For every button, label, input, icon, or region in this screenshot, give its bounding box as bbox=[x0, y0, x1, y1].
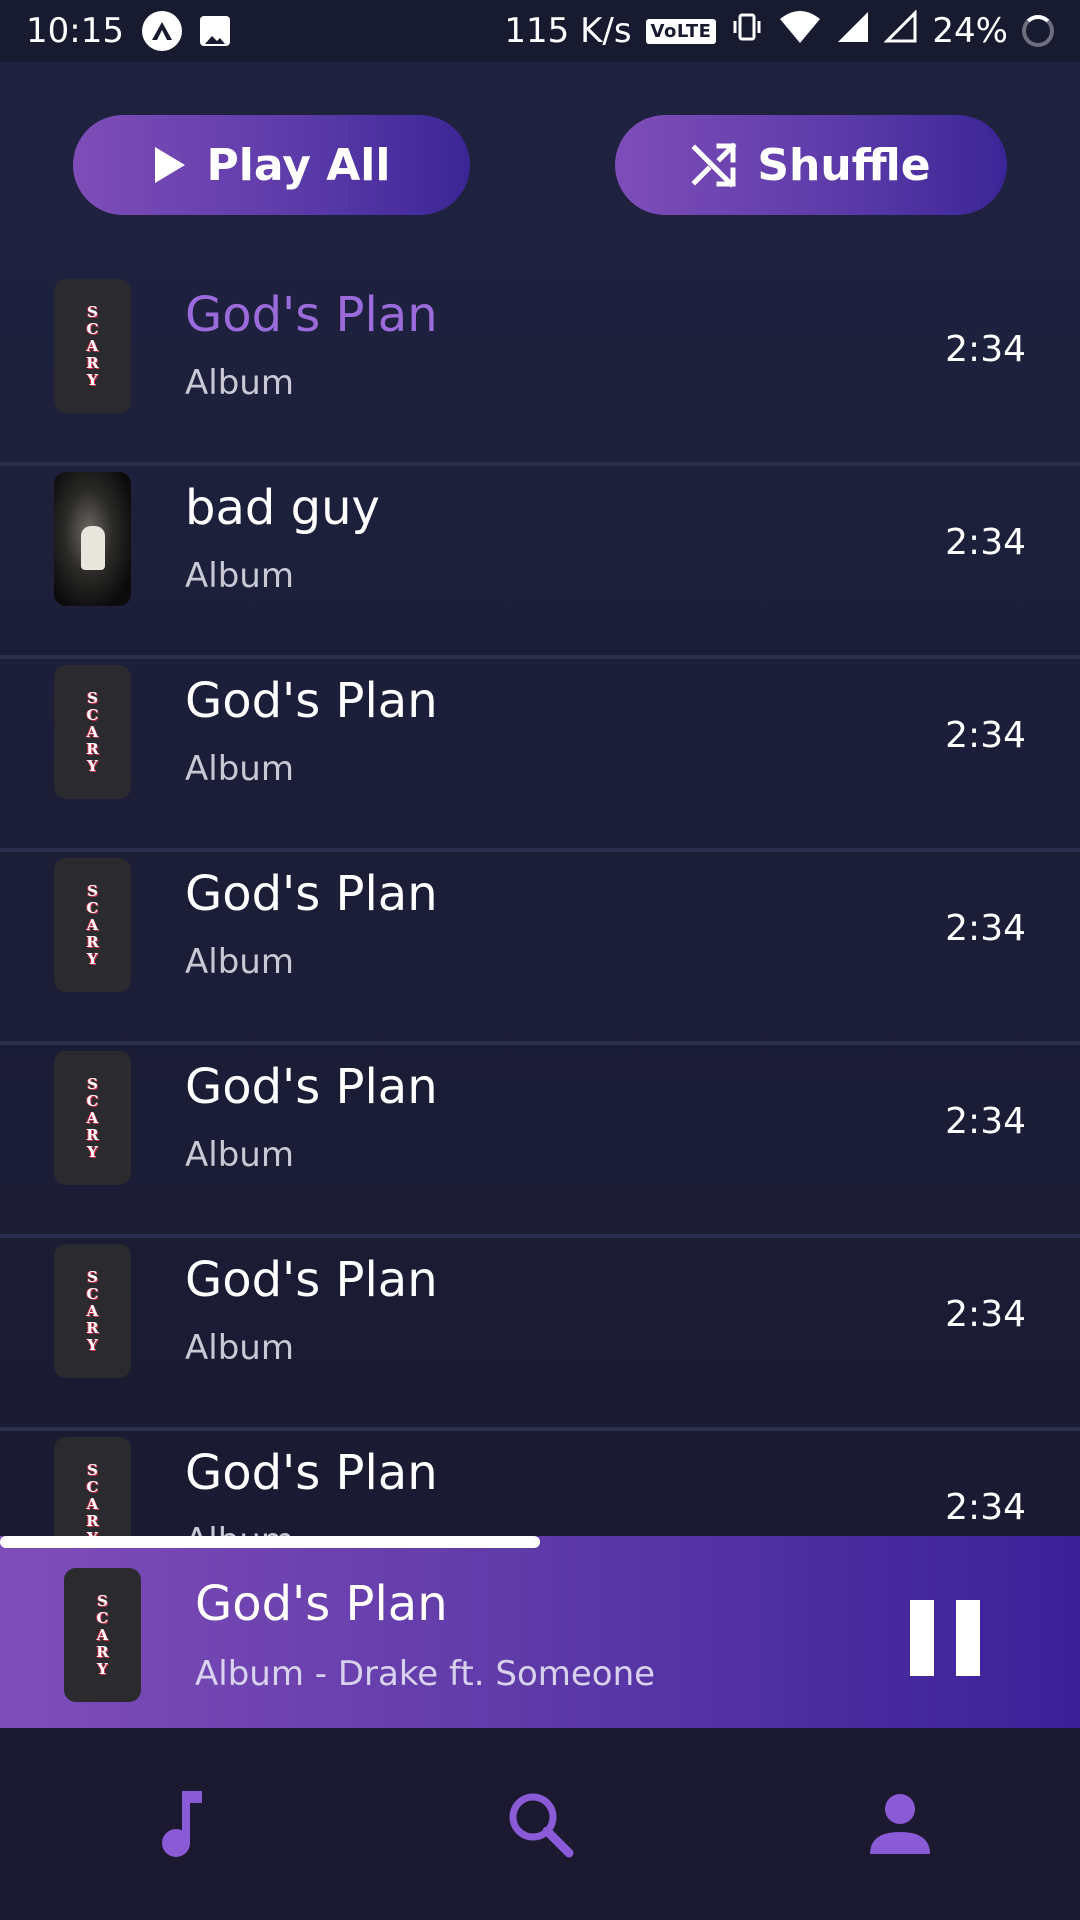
track-subtitle: Album bbox=[185, 1521, 294, 1536]
network-speed: 115 K/s bbox=[504, 11, 632, 51]
now-playing-title: God's Plan bbox=[195, 1576, 448, 1632]
vibrate-icon bbox=[730, 10, 764, 53]
now-playing-subtitle: Album - Drake ft. Someone bbox=[195, 1654, 656, 1694]
album-art bbox=[54, 472, 131, 606]
track-row[interactable]: SCARY God's Plan Album 2:34 bbox=[0, 1045, 1080, 1238]
track-subtitle: Album bbox=[185, 942, 294, 982]
track-row[interactable]: SCARY God's Plan Album 2:34 bbox=[0, 852, 1080, 1045]
album-art: SCARY bbox=[54, 1244, 131, 1378]
battery-percent: 24% bbox=[932, 11, 1008, 51]
status-time: 10:15 bbox=[26, 11, 124, 51]
profile-icon bbox=[870, 1794, 930, 1854]
status-bar: 10:15 115 K/s VoLTE 24% bbox=[0, 0, 1080, 62]
track-duration: 2:34 bbox=[945, 908, 1026, 949]
action-buttons: Play All Shuffle bbox=[73, 115, 1007, 215]
play-icon bbox=[154, 147, 185, 183]
track-subtitle: Album bbox=[185, 1328, 294, 1368]
play-all-label: Play All bbox=[206, 139, 391, 191]
battery-icon bbox=[1022, 15, 1054, 47]
album-art: SCARY bbox=[54, 279, 131, 413]
track-row[interactable]: SCARY God's Plan Album 2:34 bbox=[0, 1431, 1080, 1536]
track-row[interactable]: bad guy Album 2:34 bbox=[0, 466, 1080, 659]
track-duration: 2:34 bbox=[945, 1487, 1026, 1528]
track-row[interactable]: SCARY God's Plan Album 2:34 bbox=[0, 659, 1080, 852]
track-title: God's Plan bbox=[185, 1252, 438, 1308]
image-notification-icon bbox=[199, 16, 230, 46]
play-all-button[interactable]: Play All bbox=[73, 115, 470, 215]
signal-empty-icon bbox=[883, 8, 918, 53]
track-duration: 2:34 bbox=[945, 522, 1026, 563]
nav-music[interactable] bbox=[120, 1728, 240, 1920]
progress-bar[interactable] bbox=[0, 1536, 1080, 1548]
track-subtitle: Album bbox=[185, 363, 294, 403]
volte-badge: VoLTE bbox=[645, 18, 717, 44]
shuffle-icon bbox=[691, 142, 737, 188]
album-art: SCARY bbox=[54, 665, 131, 799]
track-title: God's Plan bbox=[185, 287, 438, 343]
track-list[interactable]: SCARY God's Plan Album 2:34 bad guy Albu… bbox=[0, 273, 1080, 1536]
track-title: God's Plan bbox=[185, 1059, 438, 1115]
nav-profile[interactable] bbox=[840, 1728, 960, 1920]
now-playing-art: SCARY bbox=[64, 1568, 141, 1702]
now-playing-bar[interactable]: SCARY God's Plan Album - Drake ft. Someo… bbox=[0, 1536, 1080, 1728]
album-art: SCARY bbox=[54, 1437, 131, 1536]
app-a-icon bbox=[141, 11, 182, 51]
track-title: bad guy bbox=[185, 480, 380, 536]
shuffle-button[interactable]: Shuffle bbox=[615, 115, 1007, 215]
album-art: SCARY bbox=[54, 1051, 131, 1185]
track-subtitle: Album bbox=[185, 556, 294, 596]
nav-search[interactable] bbox=[480, 1728, 600, 1920]
track-title: God's Plan bbox=[185, 866, 438, 922]
shuffle-label: Shuffle bbox=[757, 139, 931, 191]
track-subtitle: Album bbox=[185, 1135, 294, 1175]
track-duration: 2:34 bbox=[945, 1101, 1026, 1142]
track-subtitle: Album bbox=[185, 749, 294, 789]
track-title: God's Plan bbox=[185, 1445, 438, 1501]
track-duration: 2:34 bbox=[945, 715, 1026, 756]
search-icon bbox=[509, 1793, 574, 1858]
track-row[interactable]: SCARY God's Plan Album 2:34 bbox=[0, 1238, 1080, 1431]
pause-icon-right bbox=[956, 1600, 980, 1676]
bottom-navigation bbox=[0, 1728, 1080, 1920]
music-note-icon bbox=[162, 1791, 202, 1857]
track-duration: 2:34 bbox=[945, 1294, 1026, 1335]
wifi-icon bbox=[778, 9, 822, 54]
track-duration: 2:34 bbox=[945, 329, 1026, 370]
pause-button[interactable] bbox=[910, 1600, 980, 1676]
progress-fill bbox=[0, 1536, 540, 1548]
signal-icon bbox=[836, 10, 870, 53]
album-art: SCARY bbox=[54, 858, 131, 992]
pause-icon-left bbox=[910, 1600, 934, 1676]
track-row[interactable]: SCARY God's Plan Album 2:34 bbox=[0, 273, 1080, 466]
track-title: God's Plan bbox=[185, 673, 438, 729]
